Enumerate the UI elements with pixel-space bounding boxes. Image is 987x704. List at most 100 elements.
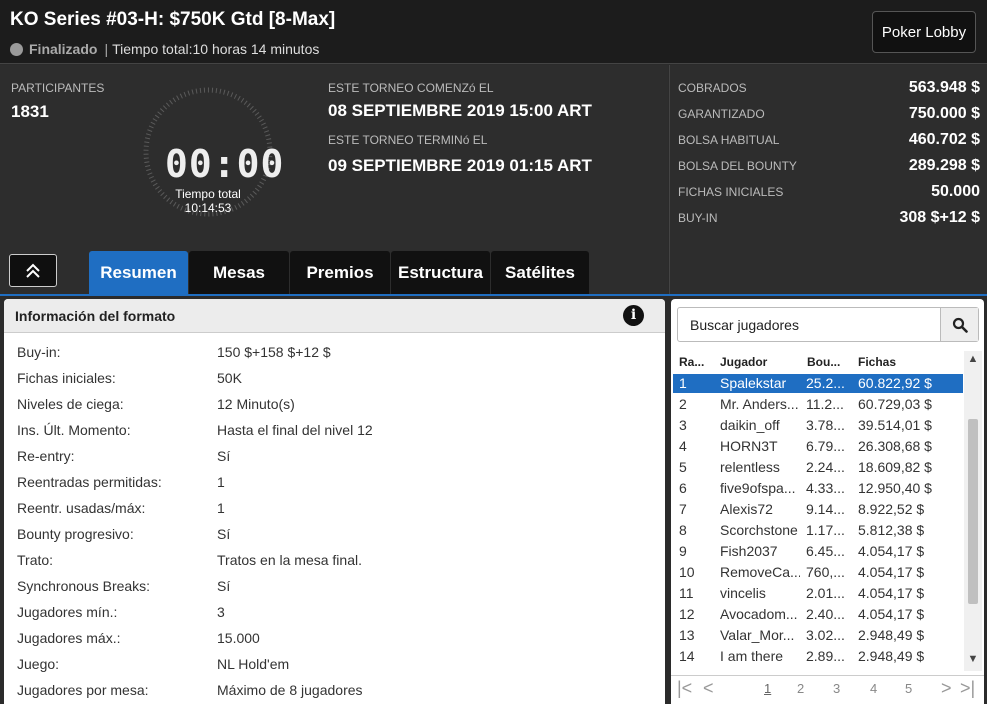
page-1[interactable]: 1 [764, 681, 771, 696]
format-value: 12 Minuto(s) [217, 396, 295, 412]
column-rank[interactable]: Ra... [679, 355, 704, 369]
table-row[interactable]: 7 Alexis72 9.14... 8.922,52 $ [673, 500, 963, 519]
format-key: Fichas iniciales: [17, 370, 116, 386]
table-row[interactable]: 9 Fish2037 6.45... 4.054,17 $ [673, 542, 963, 561]
format-key: Synchronous Breaks: [17, 578, 151, 594]
tournament-title: KO Series #03-H: $750K Gtd [8-Max] [10, 9, 336, 30]
prize-value: 289.298 $ [908, 157, 980, 174]
format-value: 15.000 [217, 630, 260, 646]
page-3[interactable]: 3 [833, 681, 840, 696]
info-icon[interactable]: i [623, 305, 644, 326]
format-header: Información del formato i [4, 299, 665, 333]
page-2[interactable]: 2 [797, 681, 804, 696]
tab-premios[interactable]: Premios [290, 251, 390, 295]
bounty-cell: 1.17... [806, 522, 845, 538]
column-chips[interactable]: Fichas [858, 355, 896, 369]
format-key: Jugadores máx.: [17, 630, 121, 646]
clock-value: 10:14:53 [184, 201, 232, 215]
tab-bar: Resumen Mesas Premios Estructura Satélit… [89, 251, 590, 295]
prize-value: 460.702 $ [908, 131, 980, 148]
prize-row: FICHAS INICIALES 50.000 [678, 183, 980, 201]
chips-cell: 4.054,17 $ [858, 564, 925, 580]
players-panel: Ra... Jugador Bou... Fichas 1 Spalekstar 2… [671, 299, 984, 704]
table-row[interactable]: 3 daikin_off 3.78... 39.514,01 $ [673, 416, 963, 435]
bounty-cell: 6.79... [806, 438, 845, 454]
format-key: Reentr. usadas/máx: [17, 500, 146, 516]
table-row[interactable]: 12 Avocadom... 2.40... 4.054,17 $ [673, 605, 963, 624]
rank-cell: 8 [679, 522, 687, 538]
table-row[interactable]: 14 I am there 2.89... 2.948,49 $ [673, 647, 963, 666]
player-cell: I am there [720, 648, 784, 664]
prev-page-icon[interactable]: < [703, 678, 714, 699]
start-value: 08 SEPTIEMBRE 2019 15:00 ART [328, 101, 592, 120]
search-button[interactable] [940, 308, 978, 341]
bounty-cell: 2.24... [806, 459, 845, 475]
collapse-button[interactable] [9, 254, 57, 287]
separator: | [104, 41, 109, 57]
format-value: Máximo de 8 jugadores [217, 682, 363, 698]
prize-row: COBRADOS 563.948 $ [678, 79, 980, 97]
bounty-cell: 6.45... [806, 543, 845, 559]
table-row[interactable]: 2 Mr. Anders... 11.2... 60.729,03 $ [673, 395, 963, 414]
table-row[interactable]: 10 RemoveCa... 760,... 4.054,17 $ [673, 563, 963, 582]
format-value: 50K [217, 370, 242, 386]
page-4[interactable]: 4 [870, 681, 877, 696]
chips-cell: 12.950,40 $ [858, 480, 932, 496]
players-table-header: Ra... Jugador Bou... Fichas [671, 351, 984, 373]
scroll-thumb[interactable] [968, 419, 978, 604]
format-value: Tratos en la mesa final. [217, 552, 362, 568]
scroll-up-icon[interactable]: ▲ [964, 353, 982, 369]
rank-cell: 13 [679, 627, 695, 643]
next-page-icon[interactable]: > [941, 678, 952, 699]
bounty-cell: 2.40... [806, 606, 845, 622]
table-row[interactable]: 5 relentless 2.24... 18.609,82 $ [673, 458, 963, 477]
player-cell: Valar_Mor... [720, 627, 795, 643]
total-time-clock: 00:00 Tiempo total 10:14:53 [143, 76, 283, 228]
tab-satelites[interactable]: Satélites [491, 251, 589, 295]
format-value: 1 [217, 474, 225, 490]
search-players-input[interactable] [678, 308, 940, 341]
prize-label: BUY-IN [678, 211, 718, 225]
total-time-text: Tiempo total:10 horas 14 minutos [112, 41, 320, 57]
table-row[interactable]: 13 Valar_Mor... 3.02... 2.948,49 $ [673, 626, 963, 645]
tab-resumen[interactable]: Resumen [89, 251, 188, 295]
last-page-icon[interactable]: >| [960, 678, 975, 699]
column-bounty[interactable]: Bou... [807, 355, 840, 369]
table-row[interactable]: 8 Scorchstone 1.17... 5.812,38 $ [673, 521, 963, 540]
column-player[interactable]: Jugador [720, 355, 767, 369]
table-row[interactable]: 11 vincelis 2.01... 4.054,17 $ [673, 584, 963, 603]
poker-lobby-button[interactable]: Poker Lobby [872, 11, 976, 53]
table-row[interactable]: 6 five9ofspa... 4.33... 12.950,40 $ [673, 479, 963, 498]
tab-underline [0, 294, 987, 296]
player-cell: Alexis72 [720, 501, 773, 517]
player-cell: Fish2037 [720, 543, 778, 559]
prize-value: 308 $+12 $ [899, 209, 980, 226]
scroll-down-icon[interactable]: ▼ [964, 653, 982, 669]
first-page-icon[interactable]: |< [677, 678, 692, 699]
format-value: NL Hold'em [217, 656, 290, 672]
tab-estructura[interactable]: Estructura [391, 251, 490, 295]
format-info-panel: Información del formato i Buy-in: 150 $+1… [4, 299, 665, 704]
chips-cell: 2.948,49 $ [858, 627, 925, 643]
player-cell: daikin_off [720, 417, 780, 433]
players-scrollbar[interactable]: ▲ ▼ [964, 351, 982, 671]
player-search [677, 307, 979, 342]
prize-label: BOLSA DEL BOUNTY [678, 159, 797, 173]
format-key: Re-entry: [17, 448, 75, 464]
table-row[interactable]: 4 HORN3T 6.79... 26.308,68 $ [673, 437, 963, 456]
prize-value: 750.000 $ [908, 105, 980, 122]
player-cell: Avocadom... [720, 606, 798, 622]
format-key: Jugadores mín.: [17, 604, 118, 620]
prize-info-panel: COBRADOS 563.948 $ GARANTIZADO 750.000 $… [669, 65, 987, 296]
format-value: Sí [217, 578, 231, 594]
player-cell: HORN3T [720, 438, 778, 454]
format-value: Sí [217, 526, 231, 542]
page-5[interactable]: 5 [905, 681, 912, 696]
table-row[interactable]: 1 Spalekstar 25.2... 60.822,92 $ [673, 374, 963, 393]
player-cell: Spalekstar [720, 375, 787, 391]
format-title: Información del formato [15, 308, 176, 324]
tab-mesas[interactable]: Mesas [189, 251, 289, 295]
bounty-cell: 3.78... [806, 417, 845, 433]
prize-label: BOLSA HABITUAL [678, 133, 780, 147]
player-cell: Scorchstone [720, 522, 798, 538]
